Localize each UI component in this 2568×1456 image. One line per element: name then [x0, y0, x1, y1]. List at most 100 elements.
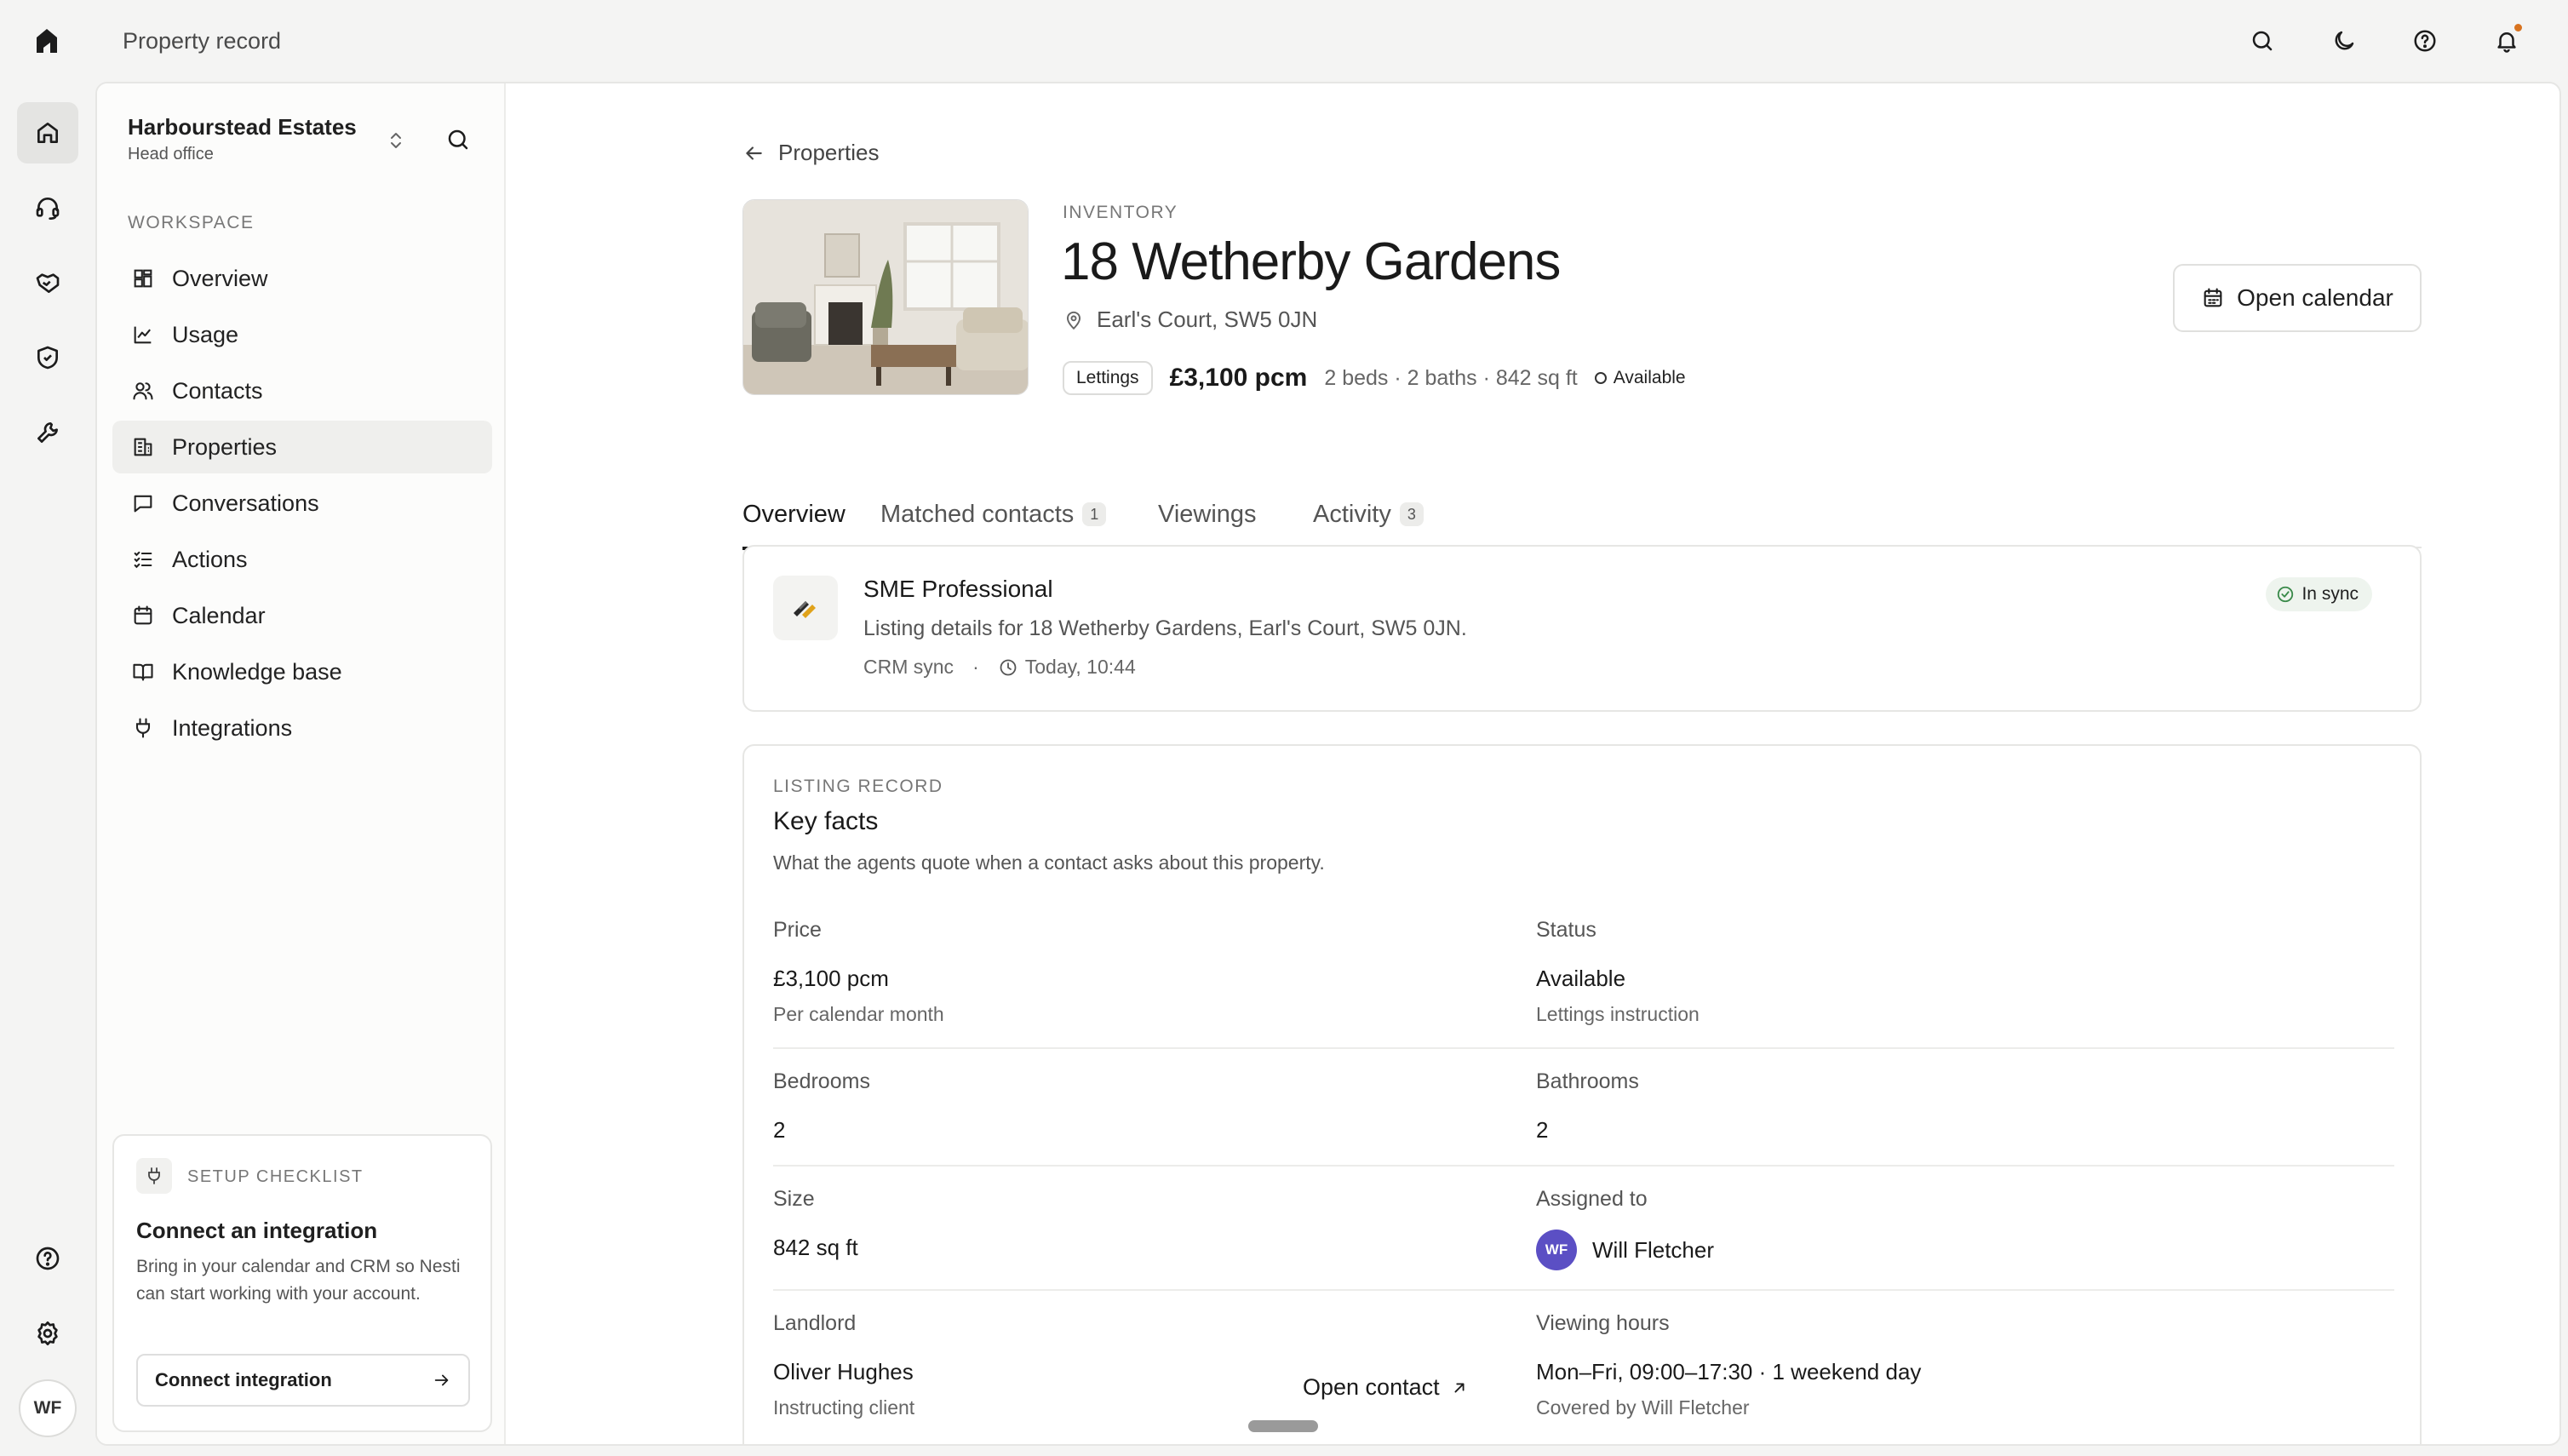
sidebar-item-label: Integrations [172, 714, 293, 741]
status-dot-icon [1594, 372, 1607, 384]
assigned-agent-name: Will Fletcher [1592, 1236, 1715, 1263]
open-calendar-label: Open calendar [2237, 284, 2393, 311]
calendar-icon [129, 602, 157, 629]
rail-home-icon[interactable] [17, 102, 78, 163]
sync-status-badge: In sync [2266, 577, 2372, 611]
fact-status-sub: Lettings instruction [1536, 1003, 1700, 1025]
sidebar-item-properties[interactable]: Properties [112, 421, 492, 473]
open-contact-label: Open contact [1303, 1374, 1440, 1400]
key-facts-card: LISTING RECORD Key facts What the agents… [742, 744, 2422, 1444]
sync-time: Today, 10:44 [1024, 656, 1136, 678]
fact-price-value: £3,100 pcm [773, 966, 889, 991]
chat-icon [129, 490, 157, 517]
fact-bedrooms-value: 2 [773, 1117, 786, 1143]
property-address: Earl's Court, SW5 0JN [1063, 307, 1317, 333]
sidebar-item-label: Overview [172, 265, 268, 291]
sync-status-text: In sync [2301, 584, 2359, 604]
property-main: Properties INVENTORY 18 Wetherby Gardens… [507, 83, 2559, 1444]
rail-headset-icon[interactable] [17, 177, 78, 238]
checklist-description: Bring in your calendar and CRM so Nesti … [136, 1257, 461, 1304]
sync-meta: CRM sync · Today, 10:44 [863, 656, 1136, 679]
open-calendar-button[interactable]: Open calendar [2173, 264, 2422, 332]
tab-label: Matched contacts [880, 501, 1075, 528]
fact-bathrooms-label: Bathrooms [1536, 1069, 1639, 1093]
sidebar-item-label: Contacts [172, 377, 263, 404]
fact-price-label: Price [773, 918, 822, 942]
rail-handshake-icon[interactable] [17, 252, 78, 313]
arrow-left-icon [742, 142, 765, 164]
sme-professional-logo-icon [773, 576, 838, 640]
fact-status-value: Available [1536, 966, 1626, 991]
fact-bathrooms-value: 2 [1536, 1117, 1549, 1143]
bell-icon[interactable] [2490, 24, 2524, 58]
sync-description: Listing details for 18 Wetherby Gardens,… [863, 616, 1467, 640]
property-photo[interactable] [742, 199, 1029, 395]
sidebar-item-usage[interactable]: Usage [112, 308, 492, 361]
fact-status-label: Status [1536, 918, 1596, 942]
sync-provider: SME Professional [863, 576, 1053, 602]
tab-activity[interactable]: Activity 3 [1313, 501, 1424, 548]
content-panel: Harbourstead Estates Head office WORKSPA… [95, 82, 2561, 1446]
org-switcher-chevron-icon[interactable] [381, 126, 410, 155]
sidebar-item-overview[interactable]: Overview [112, 252, 492, 305]
crm-sync-card: SME Professional Listing details for 18 … [742, 545, 2422, 712]
dashboard-icon [129, 265, 157, 292]
app-title: Property record [123, 28, 282, 54]
address-text: Earl's Court, SW5 0JN [1097, 307, 1318, 332]
sidebar-item-conversations[interactable]: Conversations [112, 477, 492, 530]
connect-integration-button[interactable]: Connect integration [136, 1354, 470, 1407]
sidebar-item-label: Usage [172, 321, 239, 347]
fact-price-sub: Per calendar month [773, 1003, 944, 1025]
check-circle-icon [2276, 585, 2295, 604]
listing-type-tag: Lettings [1063, 361, 1153, 395]
fact-bedrooms-label: Bedrooms [773, 1069, 870, 1093]
tab-viewings[interactable]: Viewings [1158, 501, 1257, 548]
book-icon [129, 658, 157, 685]
clock-icon [998, 657, 1018, 678]
fact-viewing-sub: Covered by Will Fletcher [1536, 1396, 1750, 1419]
avatar: WF [1536, 1230, 1577, 1270]
sidebar-item-actions[interactable]: Actions [112, 533, 492, 586]
search-icon[interactable] [2245, 24, 2279, 58]
back-to-properties-link[interactable]: Properties [742, 140, 880, 166]
status-badge: Available [1594, 368, 1686, 388]
sidebar-item-contacts[interactable]: Contacts [112, 364, 492, 417]
icon-rail [0, 82, 95, 1456]
fact-landlord-value: Oliver Hughes [773, 1359, 914, 1384]
property-meta: Lettings £3,100 pcm 2 beds · 2 baths · 8… [1063, 361, 1686, 395]
property-tabs: Overview Matched contacts 1 Viewings Act… [742, 501, 2422, 550]
sidebar-item-knowledge-base[interactable]: Knowledge base [112, 645, 492, 698]
moon-icon[interactable] [2327, 24, 2361, 58]
rail-wrench-icon[interactable] [17, 402, 78, 463]
rail-shield-icon[interactable] [17, 327, 78, 388]
connect-integration-label: Connect integration [155, 1369, 332, 1390]
sidebar-item-label: Conversations [172, 490, 319, 516]
workspace-section-label: WORKSPACE [128, 213, 255, 232]
assigned-agent[interactable]: WF Will Fletcher [1536, 1230, 1714, 1270]
arrow-right-icon [433, 1371, 451, 1390]
rail-help-icon[interactable] [17, 1228, 78, 1289]
external-arrow-icon [1450, 1379, 1469, 1397]
fact-size-label: Size [773, 1187, 815, 1211]
calendar-icon [2201, 286, 2225, 310]
status-text: Available [1613, 368, 1686, 387]
sidebar-item-label: Knowledge base [172, 658, 342, 685]
setup-checklist-card: SETUP CHECKLIST Connect an integration B… [112, 1134, 492, 1432]
rail-settings-icon[interactable] [17, 1303, 78, 1364]
plug-icon [129, 714, 157, 742]
tab-matched-contacts[interactable]: Matched contacts 1 [880, 501, 1107, 548]
tab-count-badge: 3 [1399, 502, 1424, 526]
tab-count-badge: 1 [1082, 502, 1107, 526]
property-category: INVENTORY [1063, 203, 1178, 222]
app-logo-icon[interactable] [32, 26, 62, 56]
sidebar-search-icon[interactable] [441, 123, 475, 157]
user-avatar[interactable]: WF [19, 1379, 77, 1437]
divider [773, 1289, 2394, 1291]
scroll-handle[interactable] [1248, 1420, 1318, 1432]
facts-section-label: LISTING RECORD [773, 777, 943, 796]
tab-overview[interactable]: Overview [742, 501, 845, 550]
sidebar-item-integrations[interactable]: Integrations [112, 702, 492, 754]
open-contact-link[interactable]: Open contact [1303, 1374, 1469, 1401]
sidebar-item-calendar[interactable]: Calendar [112, 589, 492, 642]
help-icon[interactable] [2408, 24, 2442, 58]
